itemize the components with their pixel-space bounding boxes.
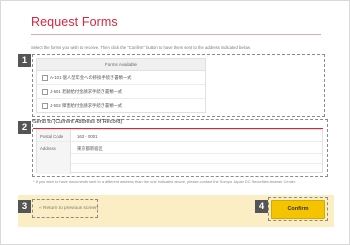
send-to-heading: Send to (Current Address of Record): [33, 119, 123, 125]
form-row[interactable]: J-501 老齢給付金請求手続き書類一式: [37, 85, 205, 99]
form-label: J-502 障害給付金請求手続き書類一式: [50, 102, 123, 108]
form-row[interactable]: J-502 障害給付金請求手続き書類一式: [37, 99, 205, 113]
callout-4: 4: [255, 200, 268, 213]
form-label: J-501 老齢給付金請求手続き書類一式: [50, 88, 123, 94]
form-checkbox[interactable]: [42, 89, 48, 95]
address-value: 東京都新宿区: [77, 145, 103, 151]
address-note: * If you wish to have documents sent to …: [33, 179, 297, 184]
confirm-button[interactable]: Confirm: [271, 200, 325, 219]
form-row[interactable]: A-101 個人型年金への移換手続き書類一式: [37, 71, 205, 85]
return-to-previous-link[interactable]: « Return to previous screen: [39, 206, 98, 211]
postal-label: Postal Code: [37, 130, 71, 141]
instructions-text: Select the forms you wish to receive. Th…: [31, 45, 251, 50]
address-label: Address: [37, 142, 71, 174]
form-checkbox[interactable]: [42, 75, 48, 81]
request-forms-page: Request Forms Select the forms you wish …: [0, 0, 350, 245]
callout-1: 1: [18, 54, 31, 67]
postal-value: 163 - 0001: [77, 133, 98, 139]
address-line: [71, 163, 322, 164]
form-label: A-101 個人型年金への移換手続き書類一式: [50, 74, 132, 80]
title-divider: [31, 34, 321, 35]
form-checkbox[interactable]: [42, 103, 48, 109]
address-line: [71, 153, 322, 154]
forms-table-header: Forms Available: [37, 59, 205, 71]
callout-3: 3: [18, 200, 31, 213]
page-title: Request Forms: [31, 15, 118, 29]
address-row: Address 東京都新宿区: [37, 142, 322, 174]
address-table: Postal Code 163 - 0001 Address 東京都新宿区: [36, 129, 323, 174]
forms-table: Forms Available A-101 個人型年金への移換手続き書類一式 J…: [36, 58, 206, 113]
callout-2: 2: [18, 121, 31, 134]
postal-row: Postal Code 163 - 0001: [37, 130, 322, 142]
